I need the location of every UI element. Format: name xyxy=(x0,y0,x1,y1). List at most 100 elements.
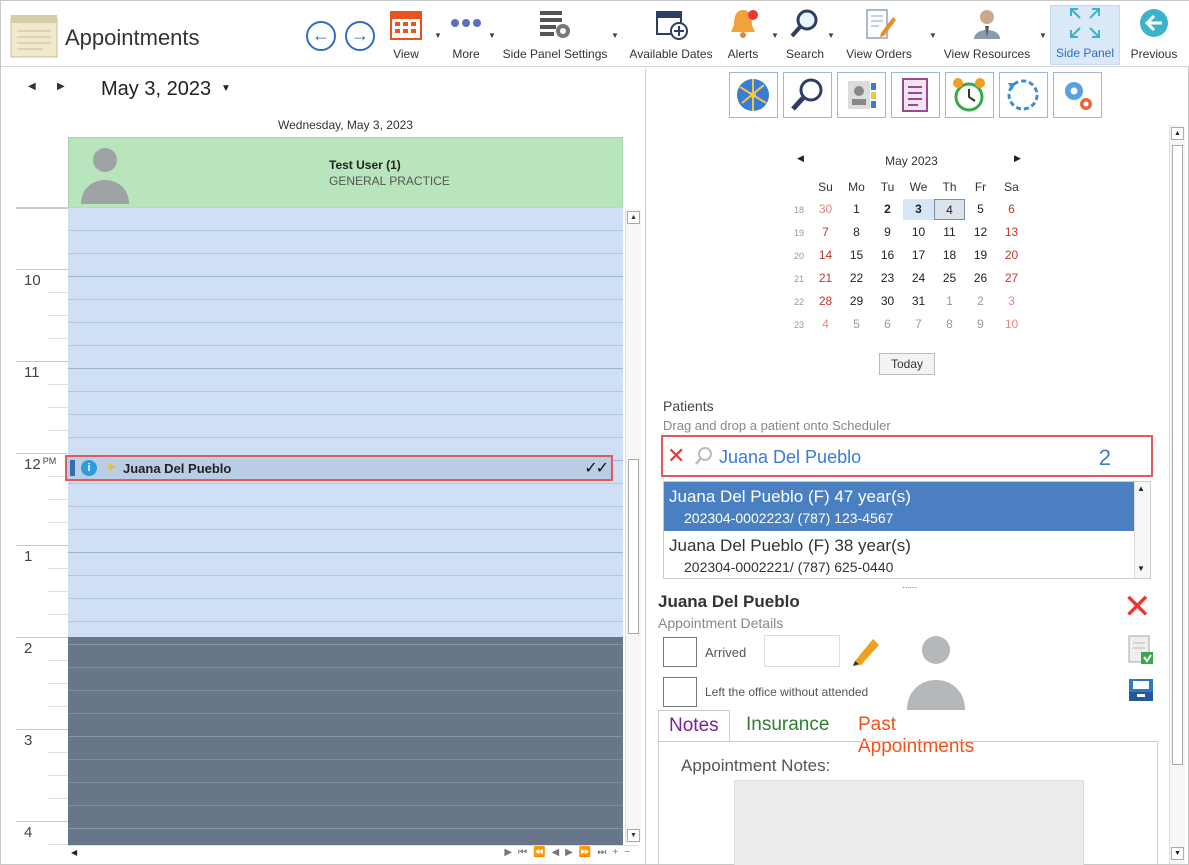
view-resources-button[interactable]: View Resources xyxy=(941,7,1033,65)
scroll-up-icon[interactable]: ▲ xyxy=(1171,127,1184,140)
calendar-day[interactable]: 10 xyxy=(903,222,934,243)
tab-notes[interactable]: Notes xyxy=(658,710,730,742)
info-icon[interactable]: i xyxy=(81,460,97,476)
alerts-button[interactable]: Alerts xyxy=(723,7,763,65)
chevron-down-icon[interactable]: ▼ xyxy=(1039,31,1047,40)
vertical-scrollbar[interactable]: ▲ ▼ xyxy=(625,209,641,843)
calendar-day[interactable]: 31 xyxy=(903,291,934,312)
back-arrow-button[interactable]: ← xyxy=(306,21,336,51)
checklist-button[interactable] xyxy=(891,72,940,118)
view-button[interactable]: View xyxy=(386,7,426,65)
calendar-day[interactable]: 12 xyxy=(965,222,996,243)
list-item[interactable]: Juana Del Pueblo (F) 47 year(s) 202304-0… xyxy=(664,482,1134,531)
scroll-down-icon[interactable]: ▼ xyxy=(627,829,640,842)
calendar-day[interactable]: 5 xyxy=(965,199,996,220)
export-document-icon[interactable] xyxy=(1127,634,1155,666)
clear-search-icon[interactable]: ✕ xyxy=(667,445,685,467)
working-hours-slot[interactable] xyxy=(68,208,623,637)
scroll-down-icon[interactable]: ▼ xyxy=(1171,847,1184,860)
calendar-day[interactable]: 21 xyxy=(810,268,841,289)
cancel-appointment-icon[interactable]: ✕ xyxy=(1123,590,1152,624)
archive-inbox-icon[interactable] xyxy=(1126,675,1156,705)
magnifier-button[interactable] xyxy=(783,72,832,118)
scroll-down-icon[interactable]: ▼ xyxy=(1137,564,1145,573)
calendar-day[interactable]: 30 xyxy=(872,291,903,312)
chevron-down-icon[interactable]: ▼ xyxy=(434,31,442,40)
calendar-day[interactable]: 22 xyxy=(841,268,872,289)
calendar-day[interactable]: 9 xyxy=(965,314,996,335)
calendar-day[interactable]: 2 xyxy=(965,291,996,312)
chevron-down-icon[interactable]: ▼ xyxy=(221,83,231,94)
chevron-down-icon[interactable]: ▼ xyxy=(488,31,496,40)
chevron-down-icon[interactable]: ▼ xyxy=(929,31,937,40)
scheduler-nav-controls[interactable]: ▶⏮⏪◀▶⏩⏭+− xyxy=(504,847,636,858)
side-panel-scrollbar[interactable]: ▲ ▼ xyxy=(1169,125,1185,864)
scroll-up-icon[interactable]: ▲ xyxy=(1137,484,1145,493)
calendar-day[interactable]: 13 xyxy=(996,222,1027,243)
calendar-day[interactable]: 6 xyxy=(872,314,903,335)
calendar-day[interactable]: 26 xyxy=(965,268,996,289)
calendar-day[interactable]: 2 xyxy=(872,199,903,220)
calendar-day[interactable]: 9 xyxy=(872,222,903,243)
previous-button[interactable]: Previous xyxy=(1127,7,1181,65)
calendar-day[interactable]: 24 xyxy=(903,268,934,289)
next-month-icon[interactable]: ▶ xyxy=(1014,153,1021,164)
view-orders-button[interactable]: View Orders xyxy=(843,7,915,65)
today-button[interactable]: Today xyxy=(879,353,935,375)
off-hours-slot[interactable] xyxy=(68,637,623,851)
refresh-button[interactable] xyxy=(999,72,1048,118)
current-date-title[interactable]: May 3, 2023 xyxy=(101,78,211,101)
time-grid[interactable] xyxy=(68,208,623,851)
calendar-day[interactable]: 3 xyxy=(903,199,934,220)
calendar-day[interactable]: 19 xyxy=(965,245,996,266)
splitter-handle[interactable]: ⋯⋯ xyxy=(902,583,917,592)
appointment-block[interactable]: i ✦ Juana Del Pueblo ✓✓ xyxy=(65,455,613,481)
tab-past-appointments[interactable]: Past Appointments xyxy=(848,710,984,757)
calendar-day[interactable]: 6 xyxy=(996,199,1027,220)
calendar-day[interactable]: 7 xyxy=(810,222,841,243)
calendar-day[interactable]: 7 xyxy=(903,314,934,335)
calendar-day[interactable]: 8 xyxy=(934,314,965,335)
alarm-clock-button[interactable] xyxy=(945,72,994,118)
calendar-day[interactable]: 29 xyxy=(841,291,872,312)
calendar-day[interactable]: 5 xyxy=(841,314,872,335)
calendar-day[interactable]: 1 xyxy=(841,199,872,220)
side-panel-settings-button[interactable]: Side Panel Settings xyxy=(501,7,609,65)
patient-search-input[interactable] xyxy=(719,447,1079,468)
search-button[interactable]: Search xyxy=(783,7,827,65)
forward-arrow-button[interactable]: → xyxy=(345,21,375,51)
left-without-attended-checkbox[interactable] xyxy=(663,677,697,707)
more-button[interactable]: More xyxy=(444,7,488,65)
calendar-day[interactable]: 18 xyxy=(934,245,965,266)
scroll-thumb[interactable] xyxy=(1172,145,1183,765)
calendar-day[interactable]: 11 xyxy=(934,222,965,243)
calendar-day[interactable]: 30 xyxy=(810,199,841,220)
calendar-day[interactable]: 15 xyxy=(841,245,872,266)
calendar-day[interactable]: 3 xyxy=(996,291,1027,312)
gears-button[interactable] xyxy=(1053,72,1102,118)
side-panel-button[interactable]: Side Panel xyxy=(1050,5,1120,65)
calendar-day[interactable]: 17 xyxy=(903,245,934,266)
next-day-icon[interactable]: ▶ xyxy=(57,81,65,92)
calendar-day[interactable]: 10 xyxy=(996,314,1027,335)
appointment-notes-field[interactable] xyxy=(734,780,1084,865)
tab-insurance[interactable]: Insurance xyxy=(736,710,839,742)
list-item[interactable]: Juana Del Pueblo (F) 38 year(s) 202304-0… xyxy=(664,531,1134,580)
chevron-down-icon[interactable]: ▼ xyxy=(611,31,619,40)
globe-network-button[interactable] xyxy=(729,72,778,118)
chevron-down-icon[interactable]: ▼ xyxy=(827,31,835,40)
horizontal-scrollbar[interactable]: ◀ ▶⏮⏪◀▶⏩⏭+− xyxy=(68,845,638,861)
calendar-day[interactable]: 4 xyxy=(810,314,841,335)
scroll-left-icon[interactable]: ◀ xyxy=(71,848,77,857)
arrived-checkbox[interactable] xyxy=(663,637,697,667)
scroll-up-icon[interactable]: ▲ xyxy=(627,211,640,224)
calendar-day[interactable]: 8 xyxy=(841,222,872,243)
calendar-day[interactable]: 4 xyxy=(934,199,965,220)
calendar-day[interactable]: 1 xyxy=(934,291,965,312)
calendar-day[interactable]: 25 xyxy=(934,268,965,289)
results-scrollbar[interactable]: ▲ ▼ xyxy=(1134,482,1150,578)
contact-card-button[interactable] xyxy=(837,72,886,118)
pencil-icon[interactable] xyxy=(849,633,883,667)
calendar-day[interactable]: 28 xyxy=(810,291,841,312)
calendar-day[interactable]: 23 xyxy=(872,268,903,289)
